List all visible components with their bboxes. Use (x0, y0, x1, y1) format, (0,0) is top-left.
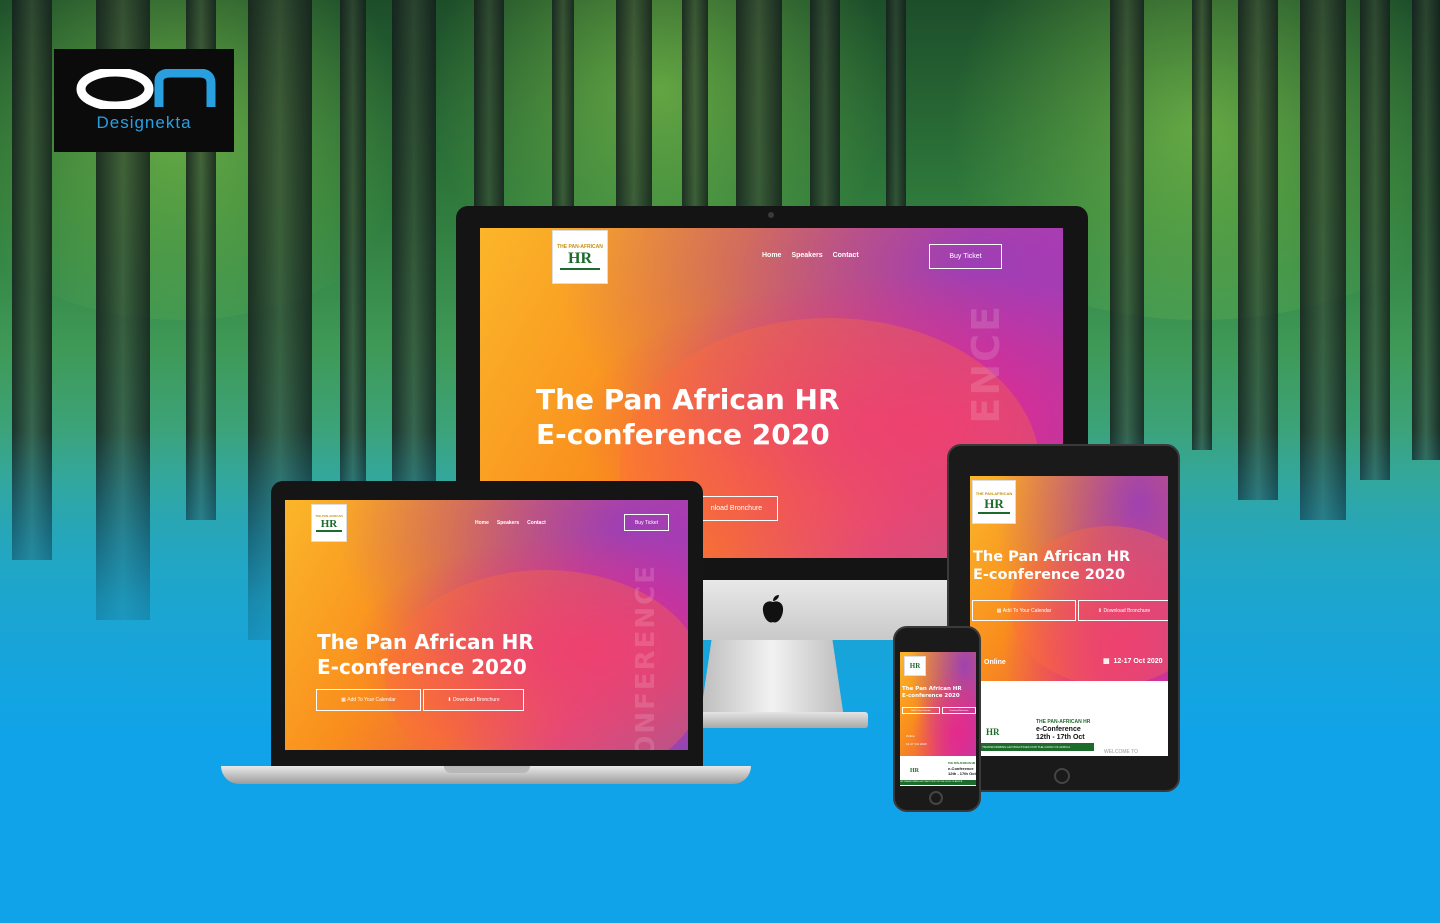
download-brochure-button[interactable]: ⬇ Download Bronchure (423, 689, 524, 711)
phone-home-button[interactable] (929, 791, 943, 805)
banner-dates: 12th - 17th Oct (1036, 734, 1085, 741)
hero-headline-line1: The Pan African HR (536, 383, 840, 416)
phone-screen: HR The Pan African HR E-conference 2020 … (900, 652, 976, 786)
site-nav: Home Speakers Contact (762, 252, 859, 259)
download-brochure-button[interactable]: nload Bronchure (695, 496, 778, 521)
apple-logo-icon (762, 595, 784, 623)
site-logo[interactable]: THE PAN-AFRICAN HR (311, 504, 347, 542)
vertical-word: ENCE (964, 304, 1008, 424)
nav-contact[interactable]: Contact (527, 520, 546, 526)
brand-name: Designekta (96, 112, 192, 132)
event-dates: ▦ 12-17 Oct 2020 (1103, 658, 1163, 665)
laptop-notch (444, 766, 530, 773)
banner-strip: HR TRANSFORMING HR PRACTICES FOR THE GOO… (900, 780, 976, 785)
hero-headline: The Pan African HR E-conference 2020 (317, 630, 534, 679)
add-to-calendar-button[interactable]: ▦ Add To Your Calendar (972, 600, 1076, 621)
vertical-word: ONFERENCE (631, 564, 661, 750)
imac-foot (690, 712, 868, 728)
calendar-icon: ▦ (1103, 658, 1114, 665)
event-dates: 12-17 Oct 2020 (906, 742, 927, 746)
nav-home[interactable]: Home (475, 520, 489, 526)
banner-title1: THE PAN-AFRICAN HR (1036, 719, 1091, 725)
nav-speakers[interactable]: Speakers (497, 520, 519, 526)
site-logo-mid: HR (568, 250, 592, 267)
hero-headline: The Pan African HR E-conference 2020 (902, 686, 962, 699)
download-brochure-button[interactable]: Download Bronchure (942, 707, 976, 714)
add-to-calendar-button[interactable]: Add To Your Calendar (902, 707, 940, 714)
site-nav: Home Speakers Contact (475, 520, 546, 526)
hero-headline: The Pan African HR E-conference 2020 (973, 549, 1131, 584)
tablet-screen: THE PAN-AFRICAN HR The Pan African HR E-… (970, 476, 1168, 756)
buy-ticket-button[interactable]: Buy Ticket (624, 514, 669, 531)
site-logo[interactable]: HR (904, 656, 926, 676)
add-to-calendar-button[interactable]: ▦ Add To Your Calendar (316, 689, 421, 711)
download-brochure-button[interactable]: ⬇ Download Bronchure (1078, 600, 1168, 621)
event-location: Online (906, 734, 915, 738)
imac-camera (768, 212, 774, 218)
brand-logo-mark-icon (76, 68, 216, 109)
hero-headline: The Pan African HR E-conference 2020 (536, 382, 840, 452)
banner-title2: e-Conference (1036, 726, 1081, 733)
event-location: Online (984, 659, 1006, 666)
banner-hr-logo: HR (986, 727, 1000, 737)
buy-ticket-button[interactable]: Buy Ticket (929, 244, 1002, 269)
welcome-text: WELCOME TO (1104, 749, 1138, 755)
banner-strip: HR TRANSFORMING HR PRACTICES FOR THE GOO… (974, 743, 1094, 751)
brand-logo: Designekta (54, 49, 234, 152)
imac-stand (700, 640, 844, 718)
laptop-screen: THE PAN-AFRICAN HR Home Speakers Contact… (285, 500, 688, 750)
site-logo[interactable]: THE PAN-AFRICAN HR (972, 480, 1016, 524)
nav-contact[interactable]: Contact (833, 252, 859, 259)
tablet-home-button[interactable] (1054, 768, 1070, 784)
site-logo[interactable]: THE PAN-AFRICAN HR (552, 230, 608, 284)
nav-speakers[interactable]: Speakers (791, 252, 822, 259)
nav-home[interactable]: Home (762, 252, 781, 259)
hero-headline-line2: E-conference 2020 (536, 418, 830, 451)
